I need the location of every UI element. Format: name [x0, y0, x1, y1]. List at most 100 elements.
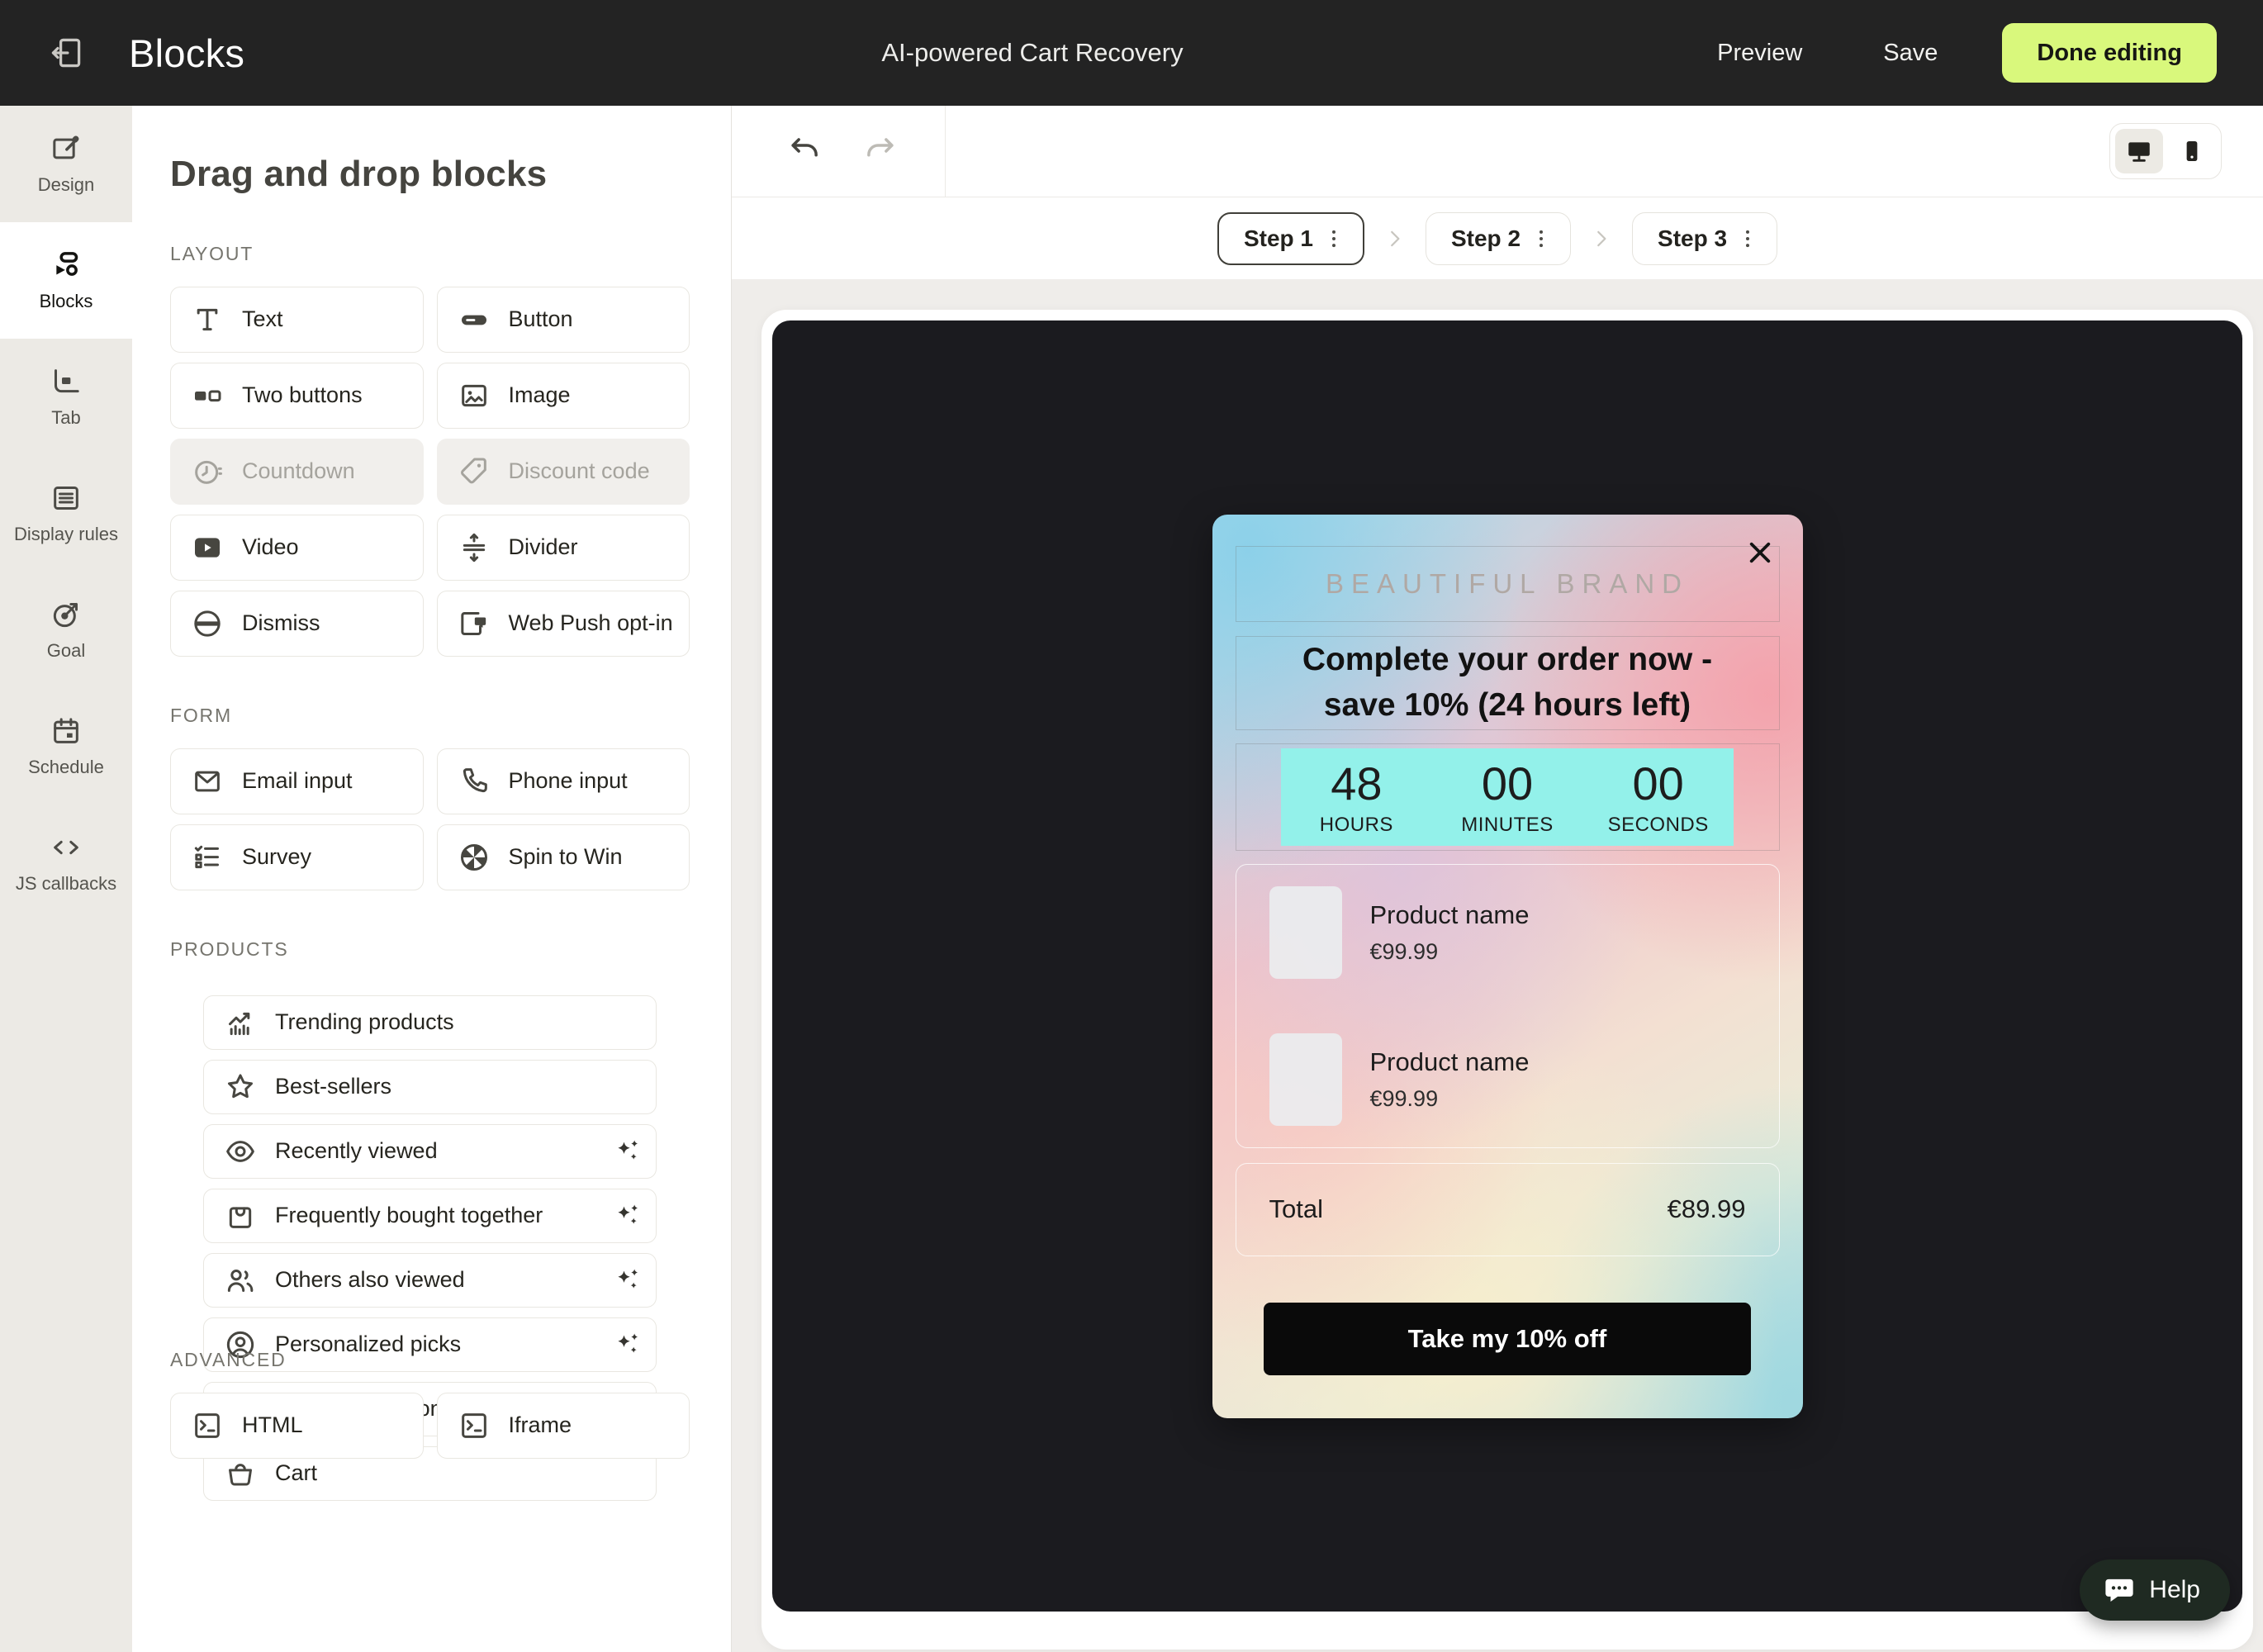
kebab-icon[interactable]	[1529, 226, 1554, 251]
block-tile-trending-products[interactable]: Trending products	[203, 995, 657, 1050]
headline-block[interactable]: Complete your order now - save 10% (24 h…	[1236, 636, 1780, 730]
block-tile-others-also-viewed[interactable]: Others also viewed	[203, 1253, 657, 1308]
block-tile-frequently-bought-together[interactable]: Frequently bought together	[203, 1189, 657, 1243]
sidebar-item-label: Display rules	[14, 524, 118, 545]
total-value: €89.99	[1668, 1194, 1746, 1224]
block-tile-label: Others also viewed	[275, 1267, 465, 1294]
step-tab-2[interactable]: Step 2	[1426, 212, 1571, 265]
cta-button[interactable]: Take my 10% off	[1264, 1303, 1751, 1375]
sidebar-item-tab[interactable]: Tab	[0, 339, 132, 455]
eye-icon	[224, 1135, 257, 1168]
brand-block[interactable]: BEAUTIFUL BRAND	[1236, 546, 1780, 622]
toolbar-divider	[945, 106, 946, 197]
device-button-desktop[interactable]	[2115, 129, 2163, 173]
block-tile-two-buttons[interactable]: Two buttons	[170, 363, 424, 429]
star-icon	[224, 1070, 257, 1104]
chevron-right-icon	[1383, 226, 1407, 251]
block-tile-label: Spin to Win	[509, 844, 623, 871]
step-tab-1[interactable]: Step 1	[1217, 212, 1364, 265]
tile-grid-form: Email input Phone input Survey Spin to Win	[170, 748, 690, 890]
block-tile-label: Phone input	[509, 768, 628, 795]
close-icon[interactable]	[1742, 534, 1778, 571]
video-icon	[191, 531, 224, 564]
undo-icon[interactable]	[786, 132, 824, 170]
block-tile-image[interactable]: Image	[437, 363, 690, 429]
survey-icon	[191, 841, 224, 874]
step-label: Step 2	[1451, 225, 1521, 252]
save-button[interactable]: Save	[1883, 40, 1938, 67]
block-tile-label: Text	[242, 306, 283, 333]
two-buttons-icon	[191, 379, 224, 412]
panel-title: Drag and drop blocks	[170, 154, 690, 195]
goal-icon	[50, 598, 83, 631]
sidebar-item-display-rules[interactable]: Display rules	[0, 455, 132, 572]
product-name: Product name	[1370, 900, 1530, 930]
block-tile-survey[interactable]: Survey	[170, 824, 424, 890]
redo-icon	[861, 132, 899, 170]
sidebar-item-label: Tab	[51, 407, 80, 429]
block-tile-label: Cart	[275, 1460, 317, 1487]
block-groups: LAYOUTTextButtonTwo buttonsImageCountdow…	[170, 243, 690, 1459]
sidebar-item-label: Blocks	[40, 291, 93, 312]
countdown-value: 48	[1331, 757, 1382, 810]
block-tile-html[interactable]: HTML	[170, 1393, 424, 1459]
chat-icon	[2102, 1573, 2137, 1607]
products-block[interactable]: Product name €99.99Product name €99.99	[1236, 864, 1780, 1148]
preview-button[interactable]: Preview	[1717, 40, 1802, 67]
phone-icon	[458, 765, 491, 798]
image-icon	[458, 379, 491, 412]
help-button[interactable]: Help	[2080, 1559, 2230, 1621]
block-tile-phone-input[interactable]: Phone input	[437, 748, 690, 814]
topbar-actions: Preview Save Done editing	[1717, 23, 2263, 83]
product-thumbnail	[1269, 1033, 1342, 1126]
kebab-icon[interactable]	[1735, 226, 1760, 251]
blocks-icon	[50, 249, 83, 282]
block-tile-iframe[interactable]: Iframe	[437, 1393, 690, 1459]
email-icon	[191, 765, 224, 798]
block-tile-spin-to-win[interactable]: Spin to Win	[437, 824, 690, 890]
block-tile-video[interactable]: Video	[170, 515, 424, 581]
block-tile-text[interactable]: Text	[170, 287, 424, 353]
preview-stage: BEAUTIFUL BRAND Complete your order now …	[772, 320, 2242, 1612]
block-tile-label: HTML	[242, 1412, 303, 1439]
block-tile-label: Email input	[242, 768, 353, 795]
done-editing-button[interactable]: Done editing	[2002, 23, 2217, 83]
countdown-block[interactable]: 48HOURS00MINUTES00SECONDS	[1236, 743, 1780, 851]
people-icon	[224, 1264, 257, 1297]
block-tile-label: Dismiss	[242, 610, 320, 637]
sidebar-item-blocks[interactable]: Blocks	[0, 222, 132, 339]
js-callbacks-icon	[50, 831, 83, 864]
tab-icon	[50, 365, 83, 398]
block-tile-divider[interactable]: Divider	[437, 515, 690, 581]
preview-frame: BEAUTIFUL BRAND Complete your order now …	[761, 310, 2253, 1650]
block-tile-recently-viewed[interactable]: Recently viewed	[203, 1124, 657, 1179]
work-area: Step 1 Step 2 Step 3 BEAUTIFUL BRAND Compl…	[732, 106, 2263, 1652]
product-price: €99.99	[1370, 939, 1530, 965]
product-thumbnail	[1269, 886, 1342, 979]
sidebar-item-goal[interactable]: Goal	[0, 572, 132, 688]
block-tile-web-push-opt-in[interactable]: Web Push opt-in	[437, 591, 690, 657]
block-tile-label: Frequently bought together	[275, 1203, 543, 1229]
block-tile-label: Two buttons	[242, 382, 363, 409]
exit-editor-icon[interactable]	[46, 33, 86, 73]
sidebar-item-schedule[interactable]: Schedule	[0, 688, 132, 805]
block-tile-label: Personalized picks	[275, 1332, 461, 1358]
sparkles-icon	[611, 1328, 644, 1361]
step-tab-3[interactable]: Step 3	[1632, 212, 1777, 265]
block-tile-email-input[interactable]: Email input	[170, 748, 424, 814]
sparkles-icon	[611, 1199, 644, 1232]
text-icon	[191, 303, 224, 336]
web-push-icon	[458, 607, 491, 640]
sidebar-item-js-callbacks[interactable]: JS callbacks	[0, 805, 132, 921]
block-tile-best-sellers[interactable]: Best-sellers	[203, 1060, 657, 1114]
total-block[interactable]: Total €89.99	[1236, 1163, 1780, 1256]
block-tile-dismiss[interactable]: Dismiss	[170, 591, 424, 657]
sidebar-item-design[interactable]: Design	[0, 106, 132, 222]
product-info: Product name €99.99	[1370, 900, 1530, 965]
block-tile-label: Iframe	[509, 1412, 572, 1439]
device-button-mobile[interactable]	[2168, 129, 2216, 173]
left-nav-rail: Design Blocks Tab Display rules GoalSchedule…	[0, 106, 132, 1652]
kebab-icon[interactable]	[1321, 226, 1346, 251]
block-tile-label: Button	[509, 306, 573, 333]
block-tile-button[interactable]: Button	[437, 287, 690, 353]
